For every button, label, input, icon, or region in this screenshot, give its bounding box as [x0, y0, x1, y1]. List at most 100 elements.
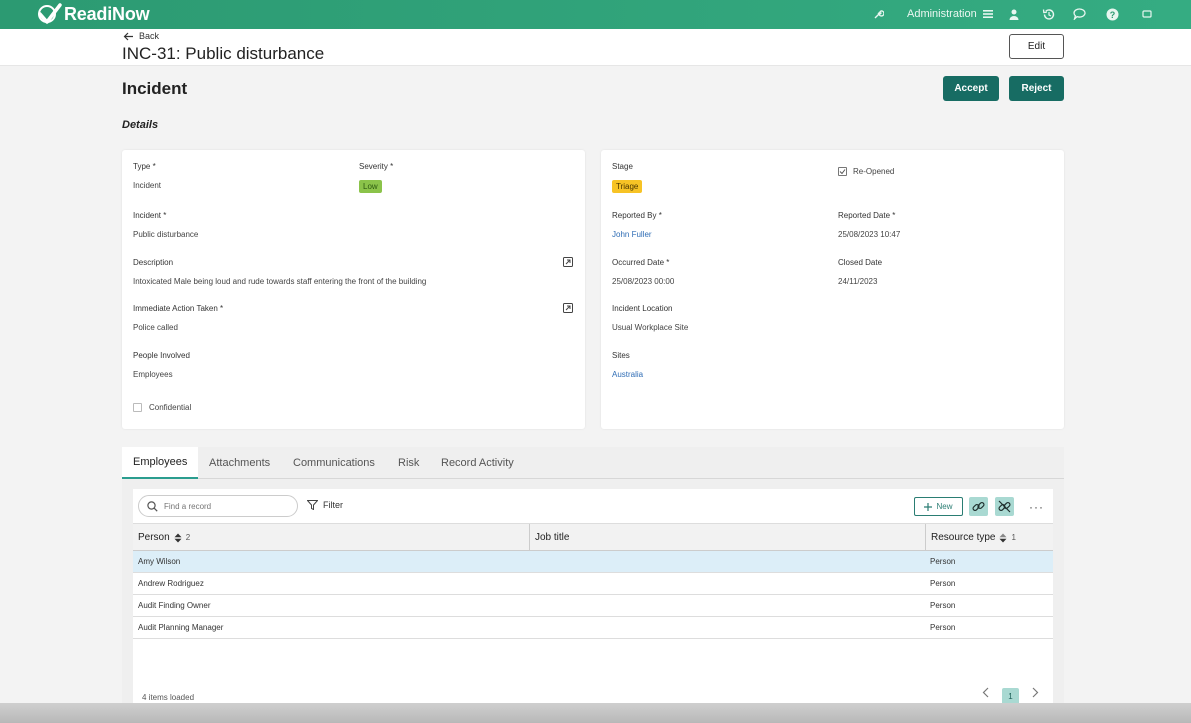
sites-link[interactable]: Australia — [612, 370, 643, 379]
sort-icon — [999, 533, 1007, 542]
closed-date-value: 24/11/2023 — [838, 277, 878, 286]
location-value: Usual Workplace Site — [612, 323, 689, 332]
sites-label: Sites — [612, 351, 630, 360]
expand-icon[interactable] — [563, 257, 573, 267]
column-header-job-title[interactable]: Job title — [530, 524, 925, 551]
plus-icon — [924, 502, 933, 511]
relationship-tabs: Employees Attachments Communications Ris… — [122, 447, 1064, 479]
logo-text: ReadiNow — [64, 3, 150, 24]
administration-label: Administration — [907, 8, 977, 20]
menu-icon — [982, 10, 993, 18]
check-icon — [839, 169, 846, 175]
employees-grid: Filter New ··· Person 2 Job title Resour… — [133, 489, 1053, 705]
tab-record-activity[interactable]: Record Activity — [430, 447, 525, 479]
column-header-resource-type[interactable]: Resource type 1 — [926, 524, 1053, 551]
arrow-left-icon — [123, 32, 133, 40]
job-title-cell — [530, 617, 535, 638]
new-label: New — [936, 502, 953, 511]
table-row[interactable]: Audit Finding Owner Person — [133, 595, 1053, 617]
user-icon[interactable] — [1007, 7, 1021, 21]
sort-order: 1 — [1011, 533, 1016, 542]
link-button[interactable] — [969, 497, 988, 516]
confidential-checkbox[interactable] — [133, 403, 142, 412]
occurred-date-label: Occurred Date * — [612, 258, 670, 267]
more-options-icon[interactable]: ··· — [1029, 500, 1044, 514]
details-heading: Details — [122, 119, 159, 131]
grid-header: Person 2 Job title Resource type 1 — [133, 523, 1053, 551]
location-label: Incident Location — [612, 304, 673, 313]
table-row[interactable]: Andrew Rodriguez Person — [133, 573, 1053, 595]
top-bar: ReadiNow Administration ? — [0, 0, 1191, 29]
filter-label: Filter — [323, 500, 343, 510]
help-icon[interactable]: ? — [1105, 7, 1119, 21]
closed-date-label: Closed Date — [838, 258, 883, 267]
details-right-card: Stage Triage Re-Opened Reported By * Joh… — [601, 150, 1064, 429]
reported-by-label: Reported By * — [612, 211, 662, 220]
search-box[interactable] — [138, 495, 298, 517]
person-cell: Amy Wilson — [138, 557, 181, 566]
tab-attachments[interactable]: Attachments — [198, 447, 281, 479]
column-header-person[interactable]: Person 2 — [133, 524, 529, 551]
severity-badge: Low — [359, 180, 382, 193]
prev-page-icon[interactable] — [982, 687, 989, 701]
person-cell: Audit Finding Owner — [138, 601, 211, 610]
back-label: Back — [139, 31, 160, 41]
job-title-cell — [530, 573, 535, 594]
job-title-cell — [530, 595, 535, 616]
record-header: Back INC-31: Public disturbance Edit — [0, 29, 1191, 66]
type-value: Incident — [133, 181, 162, 190]
occurred-date-value: 25/08/2023 00:00 — [612, 277, 675, 286]
new-button[interactable]: New — [914, 497, 963, 516]
reject-button[interactable]: Reject — [1009, 76, 1064, 101]
reopened-checkbox[interactable] — [838, 167, 847, 176]
job-title-cell — [530, 551, 535, 572]
fullscreen-icon[interactable] — [1140, 7, 1154, 21]
reported-by-link[interactable]: John Fuller — [612, 230, 652, 239]
people-label: People Involved — [133, 351, 190, 360]
edit-button[interactable]: Edit — [1009, 34, 1064, 59]
stage-label: Stage — [612, 162, 633, 171]
people-value: Employees — [133, 370, 173, 379]
history-icon[interactable] — [1041, 7, 1055, 21]
tab-communications[interactable]: Communications — [282, 447, 386, 479]
unlink-icon — [998, 500, 1011, 513]
resource-type-cell: Person — [930, 557, 956, 566]
app-logo[interactable]: ReadiNow — [38, 3, 150, 25]
table-row[interactable]: Audit Planning Manager Person — [133, 617, 1053, 639]
description-value: Intoxicated Male being loud and rude tow… — [133, 277, 427, 286]
wrench-icon[interactable] — [872, 7, 886, 21]
reopened-label: Re-Opened — [853, 167, 895, 176]
resource-type-cell: Person — [930, 579, 956, 588]
accept-button[interactable]: Accept — [943, 76, 999, 101]
action-value: Police called — [133, 323, 178, 332]
confidential-label: Confidential — [149, 403, 192, 412]
severity-label: Severity * — [359, 162, 394, 171]
incident-label: Incident * — [133, 211, 167, 220]
details-left-card: Type * Incident Severity * Low Incident … — [122, 150, 585, 429]
section-title: Incident — [122, 79, 188, 98]
type-label: Type * — [133, 162, 156, 171]
link-icon — [972, 501, 985, 512]
filter-button[interactable]: Filter — [307, 500, 343, 510]
action-label: Immediate Action Taken * — [133, 304, 224, 313]
items-loaded-text: 4 items loaded — [142, 693, 195, 702]
tab-risk[interactable]: Risk — [387, 447, 430, 479]
unlink-button[interactable] — [995, 497, 1014, 516]
back-link[interactable]: Back — [123, 31, 159, 41]
search-input[interactable] — [164, 501, 284, 511]
person-cell: Andrew Rodriguez — [138, 579, 204, 588]
sort-icon — [174, 533, 182, 542]
svg-text:?: ? — [1109, 10, 1115, 20]
resource-type-cell: Person — [930, 623, 956, 632]
sort-order: 2 — [185, 533, 191, 542]
table-row[interactable]: Amy Wilson Person — [133, 551, 1053, 573]
expand-icon[interactable] — [563, 303, 573, 313]
logo-check-icon — [38, 3, 62, 24]
tab-employees[interactable]: Employees — [122, 447, 199, 479]
next-page-icon[interactable] — [1032, 687, 1039, 701]
person-cell: Audit Planning Manager — [138, 623, 224, 632]
administration-menu[interactable]: Administration — [907, 8, 993, 20]
search-icon — [147, 500, 158, 512]
chat-icon[interactable] — [1072, 7, 1086, 21]
column-label: Person — [138, 532, 170, 543]
